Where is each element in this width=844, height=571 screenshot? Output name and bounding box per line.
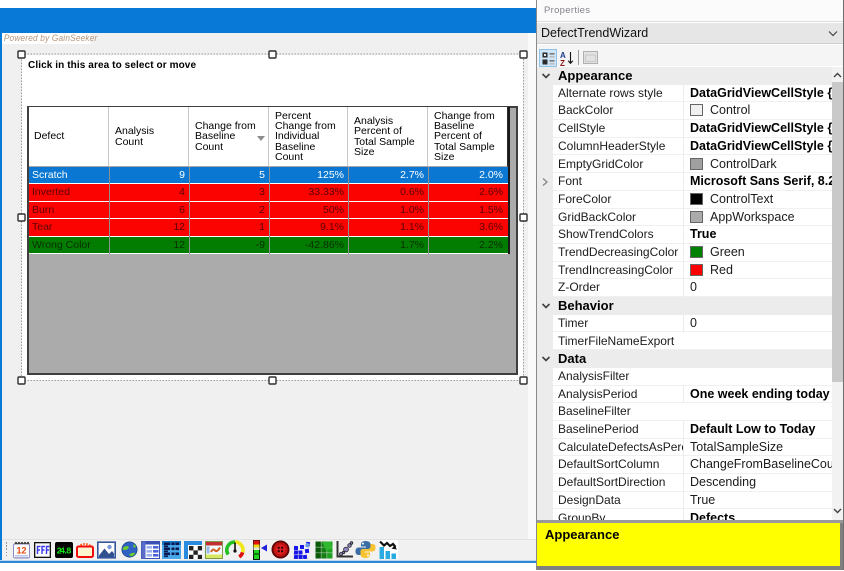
svg-text:24.8: 24.8 xyxy=(57,547,72,557)
svg-text:12: 12 xyxy=(16,546,26,556)
svg-text:Z: Z xyxy=(560,59,565,66)
